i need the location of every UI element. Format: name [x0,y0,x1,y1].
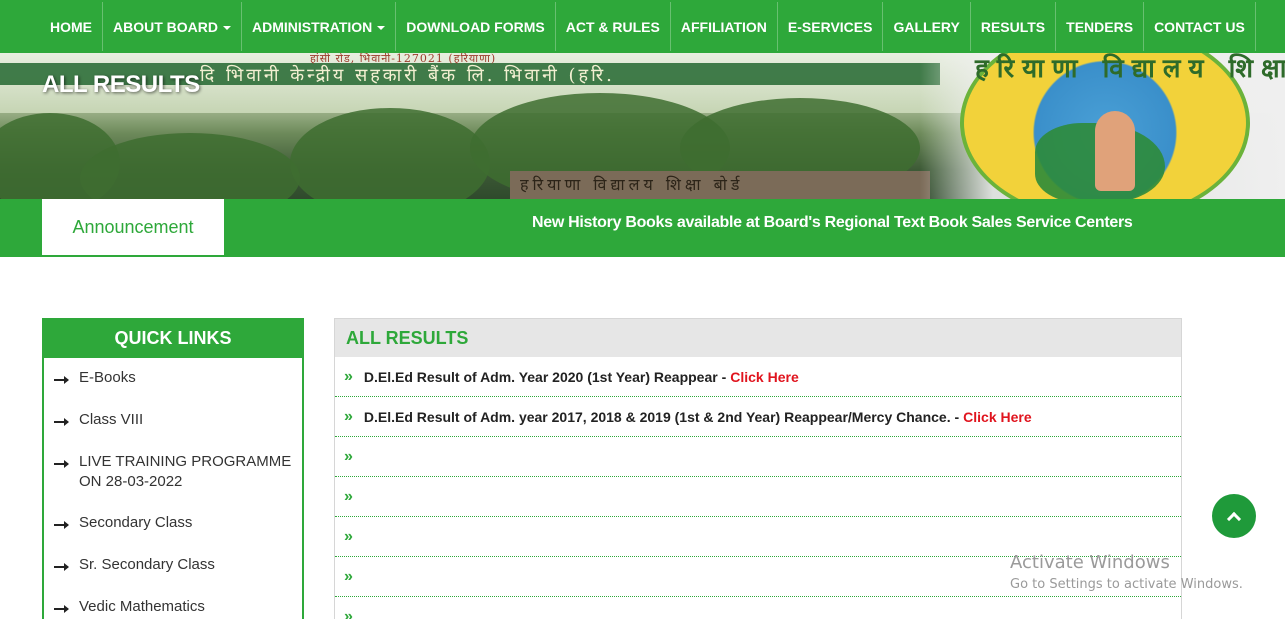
nav-item-gallery[interactable]: GALLERY [883,2,971,51]
quick-link-item[interactable]: LIVE TRAINING PROGRAMME ON 28-03-2022 [44,452,302,492]
activate-windows-subtitle: Go to Settings to activate Windows. [1010,577,1243,592]
nav-item-label: DOWNLOAD FORMS [406,18,545,35]
nav-item-administration[interactable]: ADMINISTRATION [242,2,397,51]
nav-item-about-board[interactable]: ABOUT BOARD [103,2,242,51]
scroll-to-top-button[interactable] [1212,494,1256,538]
result-row: » [335,437,1181,477]
quick-link-label: Vedic Mathematics [79,598,205,615]
page-banner: दि भिवानी केन्द्रीय सहकारी बैंक लि. भिवा… [0,53,1285,199]
quick-link-item[interactable]: Secondary Class [44,513,302,533]
nav-item-label: TENDERS [1066,18,1134,35]
nav-menu: HOME ABOUT BOARD ADMINISTRATION DOWNLOAD FO… [40,2,1256,51]
caret-down-icon [223,25,231,30]
long-arrow-right-icon [54,563,69,571]
nav-item-e-services[interactable]: E-SERVICES [778,2,884,51]
quick-link-item[interactable]: Sr. Secondary Class [44,555,302,575]
nav-item-label: ACT & RULES [565,18,660,35]
nav-item-label: ADMINISTRATION [252,18,373,35]
banner-arch-text: दि भिवानी केन्द्रीय सहकारी बैंक लि. भिवा… [200,65,615,86]
caret-down-icon [377,25,386,30]
click-here-link[interactable]: Click Here [963,409,1031,425]
nav-item-affiliation[interactable]: AFFILIATION [671,2,778,51]
nav-item-label: RESULTS [980,18,1046,35]
double-chevron-right-icon: » [344,407,353,425]
banner-top-text: हांसी रोड, भिवानी-127021 (हरियाणा) [310,53,497,65]
quick-link-item[interactable]: E-Books [44,368,302,388]
announcement-ticker[interactable]: New History Books available at Board's R… [532,214,1133,232]
seal-flame-shape [1095,111,1135,191]
double-chevron-right-icon: » [344,487,353,505]
quick-link-label: Sr. Secondary Class [79,556,215,573]
click-here-link[interactable]: Click Here [730,369,798,385]
result-row: » [335,517,1181,557]
nav-item-label: ABOUT BOARD [113,18,218,35]
double-chevron-right-icon: » [344,367,353,385]
double-chevron-right-icon: » [344,447,353,465]
result-row-text: D.El.Ed Result of Adm. year 2017, 2018 &… [363,408,960,425]
long-arrow-right-icon [54,521,69,529]
nav-item-label: AFFILIATION [680,18,767,35]
quick-link-label: LIVE TRAINING PROGRAMME ON 28-03-2022 [79,453,292,490]
announcement-label: Announcement [42,199,224,255]
result-row: » D.El.Ed Result of Adm. year 2017, 2018 … [335,397,1181,437]
nav-item-download-forms[interactable]: DOWNLOAD FORMS [396,2,556,51]
nav-item-home[interactable]: HOME [40,2,103,51]
nav-item-label: GALLERY [893,18,960,35]
nav-item-label: E-SERVICES [787,18,873,35]
double-chevron-right-icon: » [344,567,353,585]
nav-item-label: HOME [50,18,92,35]
page-title: ALL RESULTS [42,71,200,98]
results-panel-title: ALL RESULTS [335,319,1181,357]
quick-links-title: QUICK LINKS [42,318,304,358]
nav-item-tenders[interactable]: TENDERS [1056,2,1145,51]
nav-item-label: CONTACT US [1154,18,1245,35]
double-chevron-right-icon: » [344,527,353,545]
nav-item-results[interactable]: RESULTS [971,2,1057,51]
tree-shape [290,108,490,199]
nav-item-act-rules[interactable]: ACT & RULES [556,2,671,51]
quick-link-label: Secondary Class [79,514,193,531]
result-row: » [335,597,1181,619]
banner-building-text: हरियाणा विद्यालय शिक्षा बोर्ड [520,175,744,194]
long-arrow-right-icon [54,418,69,426]
chevron-up-icon [1226,511,1242,526]
long-arrow-right-icon [54,460,69,468]
long-arrow-right-icon [54,605,69,613]
quick-link-item[interactable]: Class VIII [44,410,302,430]
result-row: » D.El.Ed Result of Adm. Year 2020 (1st Y… [335,357,1181,397]
quick-link-label: Class VIII [79,411,144,428]
quick-link-item[interactable]: Vedic Mathematics [44,597,302,617]
result-row: » [335,477,1181,517]
result-row-text: D.El.Ed Result of Adm. Year 2020 (1st Ye… [363,368,727,385]
double-chevron-right-icon: » [344,607,353,619]
long-arrow-right-icon [54,376,69,384]
top-navigation: HOME ABOUT BOARD ADMINISTRATION DOWNLOAD FO… [0,0,1285,53]
quick-link-label: E-Books [79,369,136,386]
seal-text: हरियाणा विद्यालय शिक्षा बोर्ड [975,54,1285,84]
nav-item-contact-us[interactable]: CONTACT US [1144,2,1256,51]
activate-windows-title: Activate Windows [1010,552,1170,573]
